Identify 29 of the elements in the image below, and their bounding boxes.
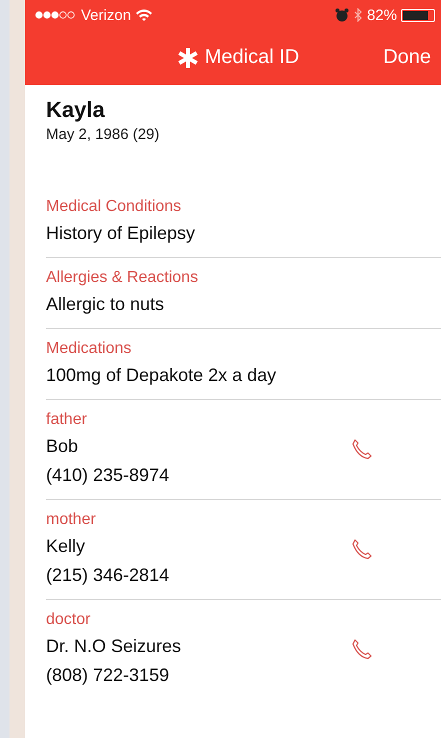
contact-name: Kelly: [46, 535, 86, 558]
contact-name: Bob: [46, 435, 80, 458]
contact-name: Dr. N.O Seizures: [46, 635, 182, 658]
section-label: Medical Conditions: [46, 197, 182, 217]
section-value: 100mg of Depakote 2x a day: [46, 364, 278, 387]
section-label: Allergies & Reactions: [46, 268, 200, 288]
contact-relation: father: [46, 410, 88, 430]
signal-icon: [35, 10, 77, 20]
nav-title: Medical ID: [204, 46, 300, 69]
asterisk-icon: [176, 46, 199, 68]
wifi-icon: [135, 8, 154, 22]
phone-icon[interactable]: [351, 638, 373, 660]
carrier-name: Verizon: [81, 6, 132, 24]
section-value: History of Epilepsy: [46, 222, 196, 245]
birth-date: May 2, 1986 (29): [46, 126, 160, 143]
battery-percentage: 82%: [366, 6, 397, 24]
battery-icon: [401, 8, 435, 22]
contact-relation: mother: [46, 510, 97, 530]
person-name: Kayla: [46, 97, 106, 123]
contact-phone: (808) 722-3159: [46, 664, 170, 687]
contact-phone: (215) 346-2814: [46, 564, 170, 587]
done-button[interactable]: Done: [381, 42, 433, 73]
section-value: Allergic to nuts: [46, 293, 166, 316]
contact-relation: doctor: [46, 610, 92, 630]
phone-icon[interactable]: [351, 538, 373, 560]
phone-icon[interactable]: [351, 438, 373, 460]
bluetooth-icon: [352, 8, 363, 22]
section-label: Medications: [46, 339, 132, 359]
contact-phone: (410) 235-8974: [46, 464, 170, 487]
